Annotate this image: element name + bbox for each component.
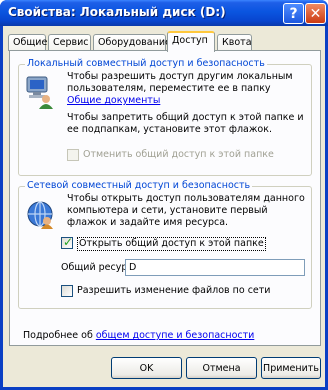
close-button[interactable]: ✕ bbox=[305, 3, 326, 24]
make-private-label: Отменить общий доступ к этой папке bbox=[83, 149, 274, 160]
allow-changes-label[interactable]: Разрешить изменение файлов по сети bbox=[77, 285, 270, 297]
local-text-1: Чтобы разрешить доступ другим локальным … bbox=[67, 71, 293, 94]
network-text: Чтобы открыть доступ пользователям данно… bbox=[67, 193, 305, 228]
ok-button[interactable]: OK bbox=[111, 357, 182, 379]
share-folder-checkbox[interactable]: ✓ bbox=[61, 235, 74, 249]
tab-sharing[interactable]: Доступ bbox=[167, 31, 215, 52]
more-info-prefix: Подробнее об bbox=[23, 330, 93, 341]
tab-hardware[interactable]: Оборудование bbox=[93, 34, 171, 51]
make-private-checkbox bbox=[67, 149, 79, 161]
help-button[interactable]: ? bbox=[283, 3, 304, 24]
cancel-button[interactable]: Отмена bbox=[186, 357, 257, 379]
network-share-icon bbox=[27, 201, 53, 229]
properties-window: Свойства: Локальный диск (D:) ? ✕ Общие … bbox=[0, 0, 328, 390]
sharing-security-link[interactable]: общем доступе и безопасности bbox=[96, 330, 254, 341]
local-group-title: Локальный совместный доступ и безопаснос… bbox=[25, 58, 267, 69]
network-sharing-group: Сетевой совместный доступ и безопасность… bbox=[18, 180, 312, 309]
share-name-input[interactable]: D bbox=[125, 259, 305, 276]
share-folder-label[interactable]: Открыть общий доступ к этой папке bbox=[77, 237, 266, 251]
dialog-body: Общие Сервис Оборудование Доступ Квота Л… bbox=[3, 26, 325, 387]
local-sharing-group: Локальный совместный доступ и безопаснос… bbox=[18, 58, 312, 176]
window-title: Свойства: Локальный диск (D:) bbox=[8, 5, 226, 19]
sharing-panel: Локальный совместный доступ и безопаснос… bbox=[9, 50, 321, 346]
local-text-2: Чтобы запретить общий доступ к этой папк… bbox=[67, 112, 304, 135]
computer-users-icon bbox=[26, 76, 53, 109]
tab-tools[interactable]: Сервис bbox=[48, 34, 91, 51]
apply-button[interactable]: Применить bbox=[261, 357, 321, 379]
tab-quota[interactable]: Квота bbox=[217, 34, 252, 51]
tab-general[interactable]: Общие bbox=[8, 34, 47, 51]
allow-changes-checkbox[interactable] bbox=[61, 285, 73, 297]
network-group-title: Сетевой совместный доступ и безопасность bbox=[25, 180, 253, 191]
check-mark-icon: ✓ bbox=[63, 235, 74, 249]
title-bar[interactable]: Свойства: Локальный диск (D:) ? ✕ bbox=[0, 0, 328, 26]
shared-documents-link[interactable]: Общие документы bbox=[67, 95, 160, 106]
